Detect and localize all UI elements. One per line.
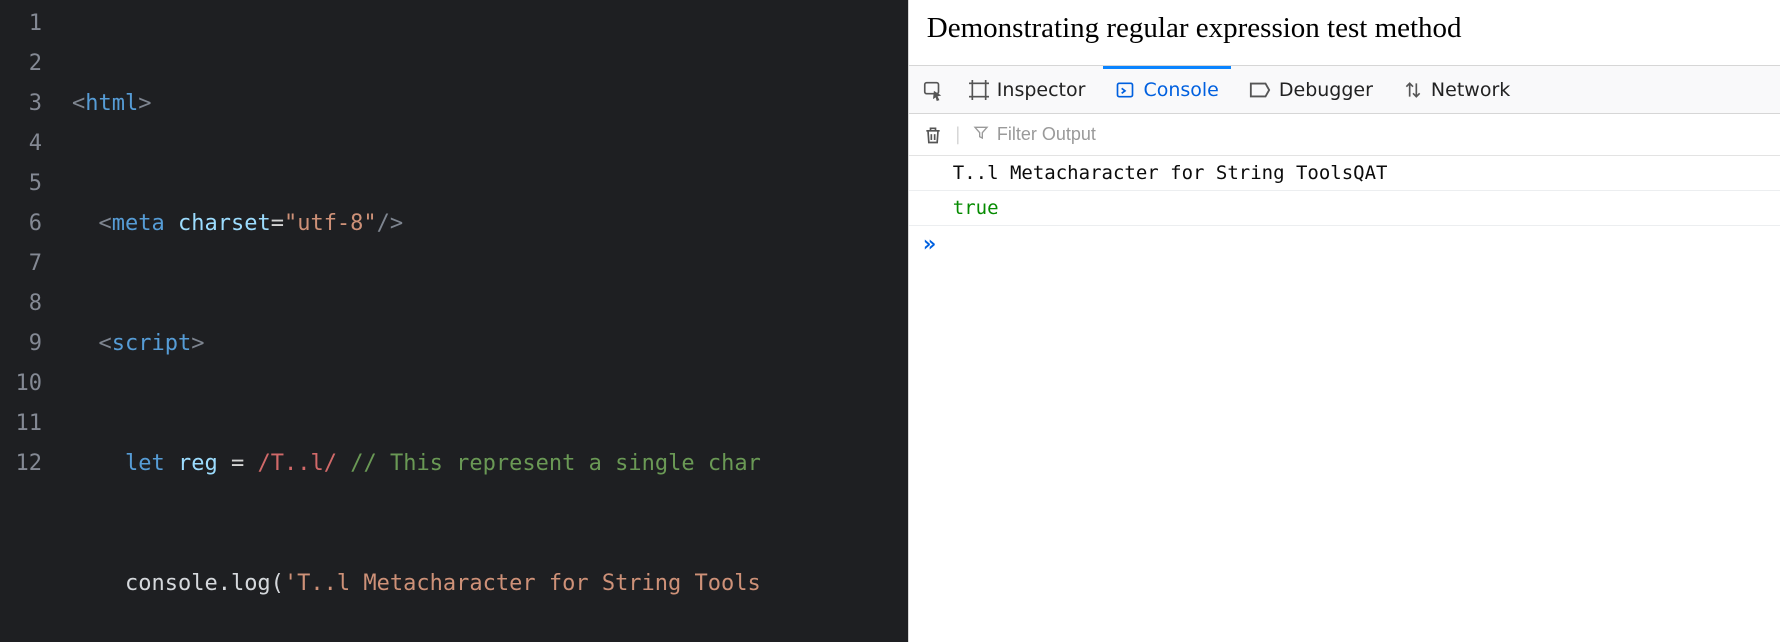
tab-label: Network [1431, 79, 1510, 101]
line-number: 10 [0, 364, 42, 404]
devtools-panel: Inspector Console Debugger [909, 65, 1780, 263]
line-gutter: 1 2 3 4 5 6 7 8 9 10 11 12 [0, 0, 56, 642]
code-editor[interactable]: 1 2 3 4 5 6 7 8 9 10 11 12 <html> <meta … [0, 0, 908, 642]
code-area[interactable]: <html> <meta charset="utf-8"/> <script> … [56, 0, 908, 642]
tab-label: Inspector [997, 79, 1086, 101]
line-number: 2 [0, 44, 42, 84]
console-log-row: T..l Metacharacter for String ToolsQAT [909, 156, 1780, 191]
code-line[interactable]: console.log('T..l Metacharacter for Stri… [72, 564, 908, 604]
console-prompt[interactable]: » [909, 226, 1780, 263]
line-number: 12 [0, 444, 42, 484]
filter-output[interactable] [973, 124, 1766, 145]
line-number: 11 [0, 404, 42, 444]
browser-pane: Demonstrating regular expression test me… [908, 0, 1780, 642]
clear-console-button[interactable] [923, 124, 943, 146]
code-line[interactable]: <meta charset="utf-8"/> [72, 204, 908, 244]
tab-inspector[interactable]: Inspector [957, 66, 1098, 113]
filter-input[interactable] [997, 124, 1766, 145]
element-picker-button[interactable] [915, 66, 951, 113]
line-number: 4 [0, 124, 42, 164]
filter-icon [973, 124, 989, 145]
code-line[interactable]: let reg = /T..l/ // This represent a sin… [72, 444, 908, 484]
page-preview: Demonstrating regular expression test me… [909, 0, 1780, 65]
console-icon [1115, 80, 1135, 100]
console-toolbar: | [909, 114, 1780, 156]
devtools-tabs: Inspector Console Debugger [909, 66, 1780, 114]
line-number: 7 [0, 244, 42, 284]
code-line[interactable]: <html> [72, 84, 908, 124]
debugger-icon [1249, 81, 1271, 99]
tab-label: Console [1143, 79, 1218, 101]
page-body-text: Demonstrating regular expression test me… [927, 12, 1462, 44]
console-output: T..l Metacharacter for String ToolsQAT t… [909, 156, 1780, 263]
line-number: 5 [0, 164, 42, 204]
line-number: 6 [0, 204, 42, 244]
line-number: 1 [0, 4, 42, 44]
console-log-row: true [909, 191, 1780, 226]
line-number: 8 [0, 284, 42, 324]
tab-console[interactable]: Console [1103, 66, 1230, 113]
tab-label: Debugger [1279, 79, 1373, 101]
inspector-icon [969, 80, 989, 100]
line-number: 9 [0, 324, 42, 364]
network-icon [1403, 80, 1423, 100]
line-number: 3 [0, 84, 42, 124]
tab-debugger[interactable]: Debugger [1237, 66, 1385, 113]
code-line[interactable]: <script> [72, 324, 908, 364]
tab-network[interactable]: Network [1391, 66, 1522, 113]
